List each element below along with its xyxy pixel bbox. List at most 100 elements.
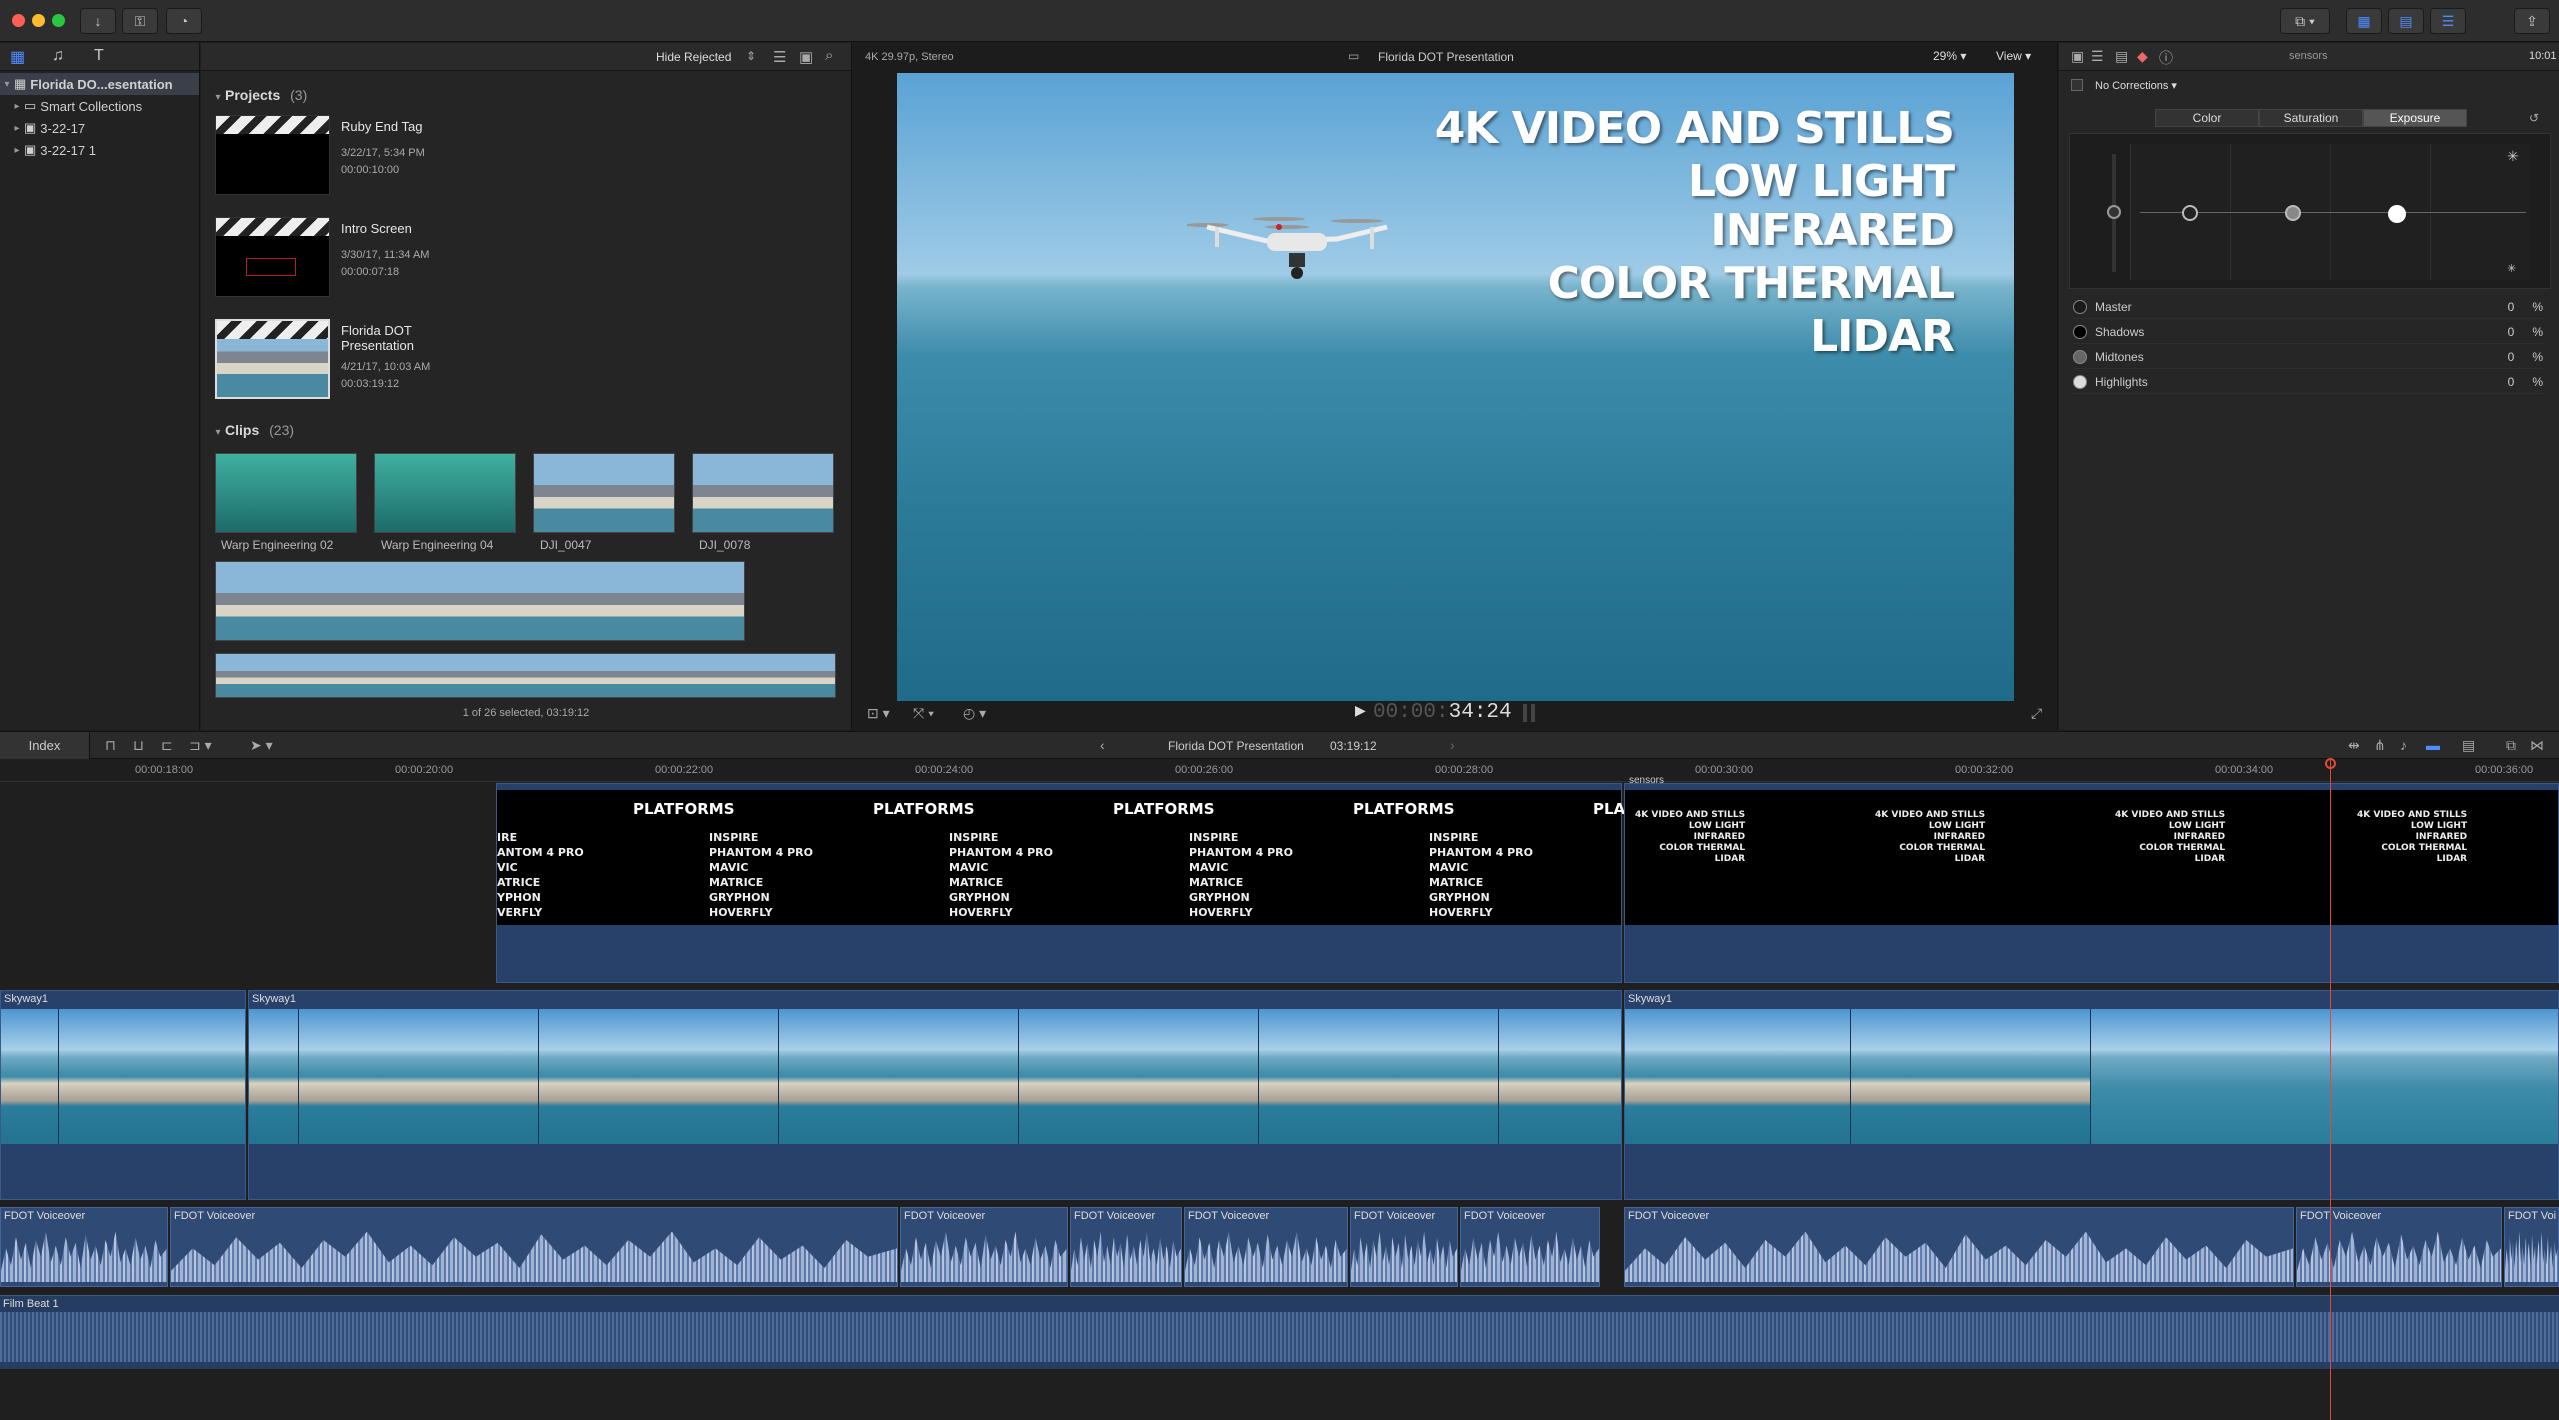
timeline-ruler[interactable]: 00:00:18:00 00:00:20:00 00:00:22:00 00:0…: [0, 760, 2559, 782]
background-tasks-icon[interactable]: ◔: [166, 8, 202, 34]
clip-thumbnail[interactable]: [533, 453, 675, 533]
clip-thumbnail[interactable]: [692, 453, 834, 533]
timecode-display[interactable]: 00:00:34:24: [1373, 701, 1512, 724]
clip-filmstrip[interactable]: [215, 653, 836, 698]
shadows-row[interactable]: Shadows 0%: [2073, 320, 2543, 344]
enable-correction-checkbox[interactable]: [2071, 79, 2083, 91]
info-inspector-icon[interactable]: ⓘ: [2159, 48, 2173, 68]
midtones-puck[interactable]: [2285, 205, 2301, 221]
shadows-puck[interactable]: [2182, 205, 2198, 221]
timeline-project-name: Florida DOT Presentation: [1168, 739, 1304, 753]
film-inspector-icon[interactable]: ▤: [2115, 48, 2128, 65]
close-window-button[interactable]: [12, 14, 25, 27]
audio-clip[interactable]: FDOT Voiceover: [1624, 1207, 2294, 1287]
video-clip[interactable]: Skyway1: [1624, 990, 2559, 1200]
clip-filmstrip[interactable]: [215, 561, 745, 641]
sidebar-item-event[interactable]: ▸ ▣ 3-22-17: [0, 117, 199, 139]
libraries-icon[interactable]: ▦: [10, 47, 25, 67]
tab-color[interactable]: Color: [2155, 109, 2259, 127]
forward-icon[interactable]: ›: [1450, 737, 1455, 753]
video-clip[interactable]: Skyway1: [248, 990, 1622, 1200]
audio-clip[interactable]: FDOT Voiceover: [1070, 1207, 1182, 1287]
master-puck[interactable]: [2107, 205, 2121, 219]
clip-thumbnail[interactable]: [215, 453, 357, 533]
filter-popup[interactable]: Hide Rejected: [656, 50, 731, 64]
playhead[interactable]: [2325, 758, 2336, 1420]
insert-icon[interactable]: ⊔: [133, 737, 144, 754]
overlay-line: INFRARED: [1710, 205, 1955, 256]
solo-icon[interactable]: ▬: [2426, 737, 2440, 753]
projects-section[interactable]: ▾ Projects (3): [211, 87, 307, 103]
import-icon[interactable]: ↓: [80, 8, 116, 34]
clips-section[interactable]: ▾ Clips (23): [211, 422, 294, 438]
audio-waveform: [1185, 1231, 1347, 1282]
sidebar-item-smart-collections[interactable]: ▸ ▭ Smart Collections: [0, 95, 199, 117]
effects-browser-icon[interactable]: ⧉: [2506, 737, 2516, 754]
music-clip[interactable]: Film Beat 1: [0, 1295, 2559, 1369]
playhead-handle[interactable]: [2325, 758, 2336, 769]
library-item[interactable]: ▾ ▦ Florida DO...esentation: [0, 73, 199, 95]
sensors-title-clip[interactable]: sensors 4K VIDEO AND STILLS LOW LIGHT INFR…: [1624, 775, 2559, 983]
show-timeline-icon[interactable]: ▤: [2388, 8, 2424, 34]
audio-clip[interactable]: FDOT Voiceover: [1350, 1207, 1458, 1287]
audio-clip[interactable]: FDOT Voiceover: [170, 1207, 898, 1287]
project-item-selected[interactable]: Florida DOT Presentation 4/21/17, 10:03 …: [201, 319, 851, 419]
keywords-icon[interactable]: ⚿: [122, 8, 158, 34]
workspace-icon[interactable]: ⧉ ▾: [2280, 8, 2330, 34]
audio-clip[interactable]: FDOT Voiceover: [2296, 1207, 2502, 1287]
share-icon[interactable]: ⇪: [2514, 8, 2550, 34]
snapping-icon[interactable]: ⋔: [2374, 737, 2386, 754]
corrections-popup[interactable]: No Corrections ▾: [2095, 79, 2177, 92]
minimize-window-button[interactable]: [32, 14, 45, 27]
zoom-popup[interactable]: 29% ▾: [1933, 49, 1966, 63]
project-item[interactable]: Ruby End Tag 3/22/17, 5:34 PM 00:00:10:0…: [201, 115, 851, 215]
search-icon[interactable]: ⌕: [825, 47, 833, 64]
highlights-puck[interactable]: [2388, 205, 2406, 223]
transform-icon[interactable]: ⤧ ▾: [913, 705, 934, 722]
platforms-title-clip[interactable]: IRE ANTOM 4 PRO VIC ATRICE YPHON VERFLY PLATF…: [496, 783, 1634, 983]
midtones-row[interactable]: Midtones 0%: [2073, 345, 2543, 369]
list-view-icon[interactable]: ☰: [773, 48, 786, 66]
video-frame[interactable]: 4K VIDEO AND STILLS LOW LIGHT INFRARED C…: [897, 73, 2014, 701]
master-row[interactable]: Master 0%: [2073, 295, 2543, 319]
audio-clip[interactable]: FDOT Voiceover: [0, 1207, 168, 1287]
transitions-browser-icon[interactable]: ⋈: [2530, 737, 2544, 754]
clip-appearance-timeline-icon[interactable]: ▤: [2462, 737, 2475, 754]
view-popup[interactable]: View ▾: [1996, 49, 2031, 63]
overwrite-icon[interactable]: ⊐ ▾: [189, 737, 212, 754]
connect-icon[interactable]: ⊓: [105, 737, 116, 754]
highlights-row[interactable]: Highlights 0%: [2073, 370, 2543, 394]
audio-clip[interactable]: FDOT Voiceover: [1460, 1207, 1600, 1287]
text-inspector-icon[interactable]: ☰: [2091, 48, 2104, 65]
clip-appearance-icon[interactable]: ▣: [799, 48, 813, 66]
skimming-icon[interactable]: ⇹: [2348, 737, 2360, 754]
zoom-window-button[interactable]: [52, 14, 65, 27]
append-icon[interactable]: ⊏: [161, 737, 173, 754]
photos-audio-icon[interactable]: ♫: [52, 47, 64, 65]
show-inspector-icon[interactable]: ☰: [2430, 8, 2466, 34]
video-clip[interactable]: Skyway1: [0, 990, 246, 1200]
back-icon[interactable]: ‹: [1100, 737, 1105, 753]
clip-thumbnail[interactable]: [374, 453, 516, 533]
audio-clip[interactable]: FDOT Voiceover: [1184, 1207, 1348, 1287]
audio-skimming-icon[interactable]: ♪: [2400, 737, 2407, 753]
tab-saturation[interactable]: Saturation: [2259, 109, 2363, 127]
show-browser-icon[interactable]: ▦: [2346, 8, 2382, 34]
reset-icon[interactable]: ↺: [2529, 111, 2539, 125]
project-item[interactable]: Intro Screen 3/30/17, 11:34 AM 00:00:07:…: [201, 217, 851, 317]
index-button[interactable]: Index: [0, 732, 90, 759]
audio-clip[interactable]: FDOT Voi: [2504, 1207, 2559, 1287]
play-icon[interactable]: ▶: [1355, 702, 1366, 719]
shadows-icon: [2073, 324, 2087, 339]
titles-generators-icon[interactable]: T: [94, 47, 104, 65]
view-options-icon[interactable]: ⊡ ▾: [867, 705, 890, 722]
exposure-board[interactable]: ✳ ✳: [2069, 133, 2551, 289]
sidebar-item-event[interactable]: ▸ ▣ 3-22-17 1: [0, 139, 199, 161]
color-inspector-icon[interactable]: ◆: [2137, 48, 2148, 65]
video-inspector-icon[interactable]: ▣: [2071, 48, 2084, 65]
audio-clip[interactable]: FDOT Voiceover: [900, 1207, 1068, 1287]
select-tool-icon[interactable]: ➤ ▾: [250, 737, 273, 754]
retime-icon[interactable]: ◴ ▾: [963, 705, 986, 722]
tab-exposure[interactable]: Exposure: [2363, 109, 2467, 127]
fullscreen-icon[interactable]: ⤢: [2031, 705, 2042, 722]
